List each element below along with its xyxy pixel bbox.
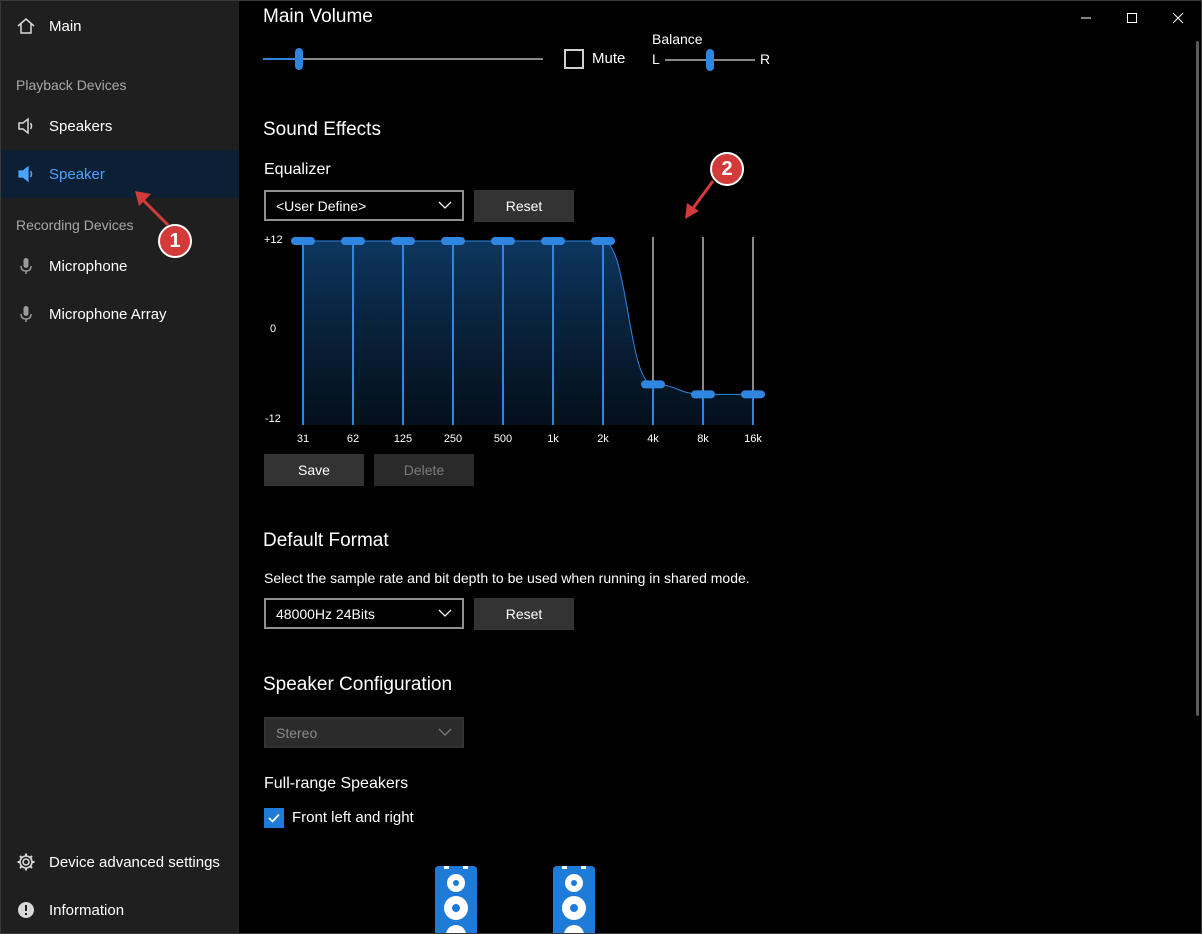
annotation-badge-2: 2 <box>710 152 744 186</box>
annotation-arrow-2 <box>689 180 715 212</box>
annotation-arrow-1 <box>139 196 170 227</box>
app-window: Main Playback Devices Speakers Speaker R… <box>0 0 1202 934</box>
annotation-badge-1: 1 <box>158 224 192 258</box>
annotation-overlay <box>135 180 715 227</box>
